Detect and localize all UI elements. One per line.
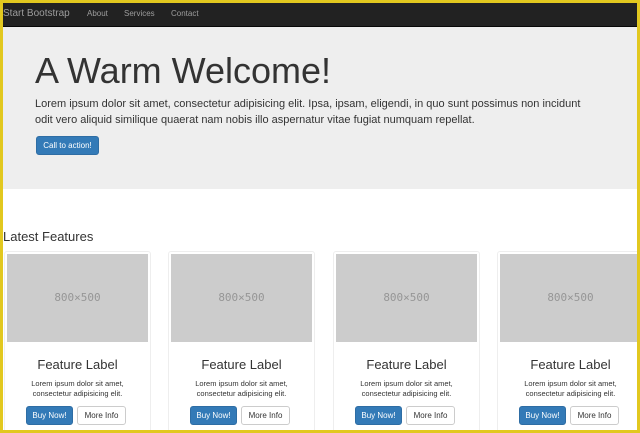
- feature-card: 800×500 Feature Label Lorem ipsum dolor …: [497, 251, 637, 430]
- jumbotron-title: A Warm Welcome!: [35, 50, 332, 91]
- more-info-button[interactable]: More Info: [570, 406, 619, 425]
- buy-now-button[interactable]: Buy Now!: [190, 406, 237, 425]
- feature-text: Lorem ipsum dolor sit amet, consectetur …: [31, 379, 124, 398]
- feature-text: Lorem ipsum dolor sit amet, consectetur …: [195, 379, 288, 398]
- nav-link-contact[interactable]: Contact: [171, 9, 199, 18]
- feature-image-placeholder: 800×500: [500, 254, 637, 342]
- call-to-action-button[interactable]: Call to action!: [36, 136, 99, 155]
- navbar-brand[interactable]: Start Bootstrap: [3, 8, 70, 19]
- feature-card: 800×500 Feature Label Lorem ipsum dolor …: [4, 251, 151, 430]
- browser-viewport: Start Bootstrap About Services Contact A…: [3, 3, 637, 430]
- nav-link-services[interactable]: Services: [124, 9, 155, 18]
- feature-image-placeholder: 800×500: [171, 254, 312, 342]
- feature-image-placeholder: 800×500: [7, 254, 148, 342]
- buy-now-button[interactable]: Buy Now!: [355, 406, 402, 425]
- section-heading: Latest Features: [3, 229, 94, 244]
- feature-text: Lorem ipsum dolor sit amet, consectetur …: [360, 379, 453, 398]
- feature-image-placeholder: 800×500: [336, 254, 477, 342]
- feature-title: Feature Label: [37, 357, 118, 372]
- jumbotron-text: Lorem ipsum dolor sit amet, consectetur …: [35, 98, 581, 126]
- feature-card: 800×500 Feature Label Lorem ipsum dolor …: [168, 251, 315, 430]
- more-info-button[interactable]: More Info: [406, 406, 455, 425]
- buy-now-button[interactable]: Buy Now!: [519, 406, 566, 425]
- feature-title: Feature Label: [366, 357, 447, 372]
- jumbotron: A Warm Welcome! Lorem ipsum dolor sit am…: [3, 27, 637, 189]
- feature-text: Lorem ipsum dolor sit amet, consectetur …: [524, 379, 617, 398]
- more-info-button[interactable]: More Info: [77, 406, 126, 425]
- top-navbar: Start Bootstrap About Services Contact: [3, 3, 637, 27]
- feature-title: Feature Label: [201, 357, 282, 372]
- nav-link-about[interactable]: About: [87, 9, 108, 18]
- feature-title: Feature Label: [530, 357, 611, 372]
- buy-now-button[interactable]: Buy Now!: [26, 406, 73, 425]
- more-info-button[interactable]: More Info: [241, 406, 290, 425]
- feature-card: 800×500 Feature Label Lorem ipsum dolor …: [333, 251, 480, 430]
